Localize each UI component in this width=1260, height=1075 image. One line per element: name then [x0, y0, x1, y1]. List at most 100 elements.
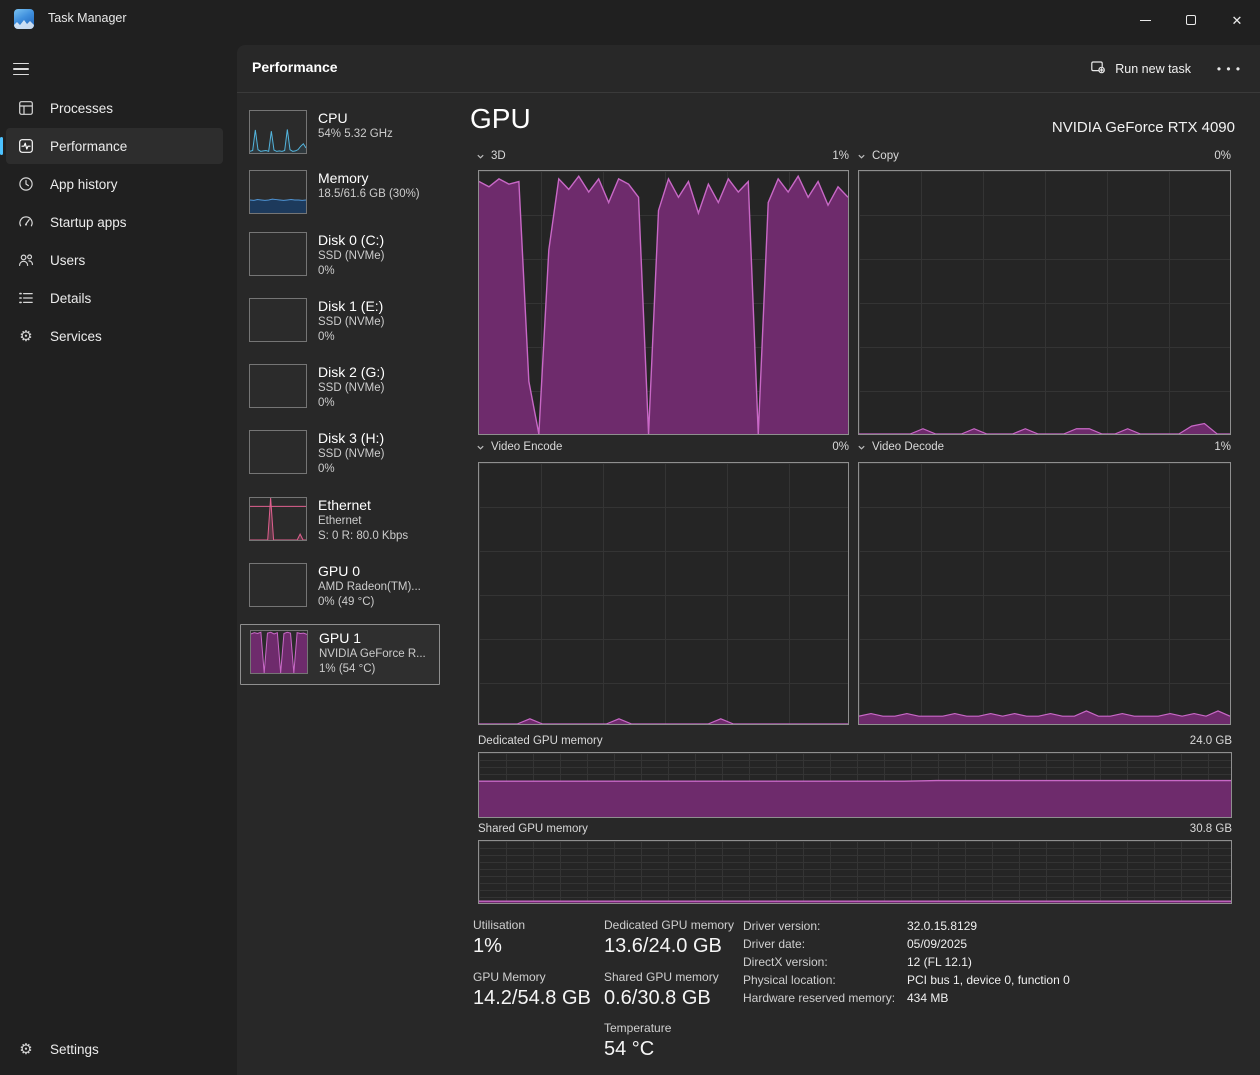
perf-item-disk3[interactable]: Disk 3 (H:)SSD (NVMe)0%: [249, 430, 384, 477]
task-manager-app-icon: [14, 9, 34, 29]
dedicated-memory-capacity: 24.0 GB: [1190, 735, 1232, 747]
memory-mini-chart: [249, 170, 307, 214]
sidebar-item-startup-apps[interactable]: Startup apps: [6, 204, 223, 240]
minimize-icon: [1140, 20, 1151, 21]
perf-item-ethernet[interactable]: EthernetEthernetS: 0 R: 80.0 Kbps: [249, 497, 408, 544]
perf-item-gpu0[interactable]: GPU 0AMD Radeon(TM)...0% (49 °C): [249, 563, 421, 610]
dedicated-gpu-memory-value: 13.6/24.0 GB: [604, 935, 722, 958]
sidebar-item-processes[interactable]: Processes: [6, 90, 223, 126]
shared-memory-label: Shared GPU memory: [478, 823, 588, 835]
utilisation-value: 1%: [473, 935, 502, 958]
services-icon: ⚙: [17, 327, 35, 345]
dedicated-gpu-memory-label: Dedicated GPU memory: [604, 918, 734, 932]
chart-section-title: 3D: [491, 150, 506, 162]
sidebar: Processes Performance App history Startu…: [0, 40, 237, 1075]
info-label: Physical location:: [743, 973, 907, 987]
sidebar-item-services[interactable]: ⚙ Services: [6, 318, 223, 354]
maximize-icon: [1186, 15, 1196, 25]
directx-version-row: DirectX version: 12 (FL 12.1): [743, 955, 972, 969]
chart-header-video-decode[interactable]: Video Decode 1%: [857, 441, 1231, 453]
sidebar-nav: Processes Performance App history Startu…: [0, 88, 229, 356]
sidebar-item-label: App history: [50, 177, 118, 192]
sidebar-item-performance[interactable]: Performance: [6, 128, 223, 164]
chart-header-copy[interactable]: Copy 0%: [857, 150, 1231, 162]
shared-memory-capacity: 30.8 GB: [1190, 823, 1232, 835]
sidebar-item-users[interactable]: Users: [6, 242, 223, 278]
perf-item-detail: SSD (NVMe): [318, 447, 384, 462]
temperature-value: 54 °C: [604, 1038, 654, 1061]
more-options-button[interactable]: • • •: [1212, 53, 1246, 84]
perf-item-detail: 0%: [318, 264, 384, 279]
maximize-button[interactable]: [1168, 0, 1214, 40]
perf-item-detail: 18.5/61.6 GB (30%): [318, 187, 420, 202]
perf-item-title: Disk 1 (E:): [318, 298, 384, 315]
task-manager-window: Task Manager ✕ Processes Performance: [0, 0, 1260, 1075]
gpu0-mini-chart: [249, 563, 307, 607]
driver-date-row: Driver date: 05/09/2025: [743, 937, 967, 951]
chevron-down-icon[interactable]: [857, 152, 866, 161]
performance-icon: [17, 137, 35, 155]
shared-memory-chart: [478, 840, 1232, 904]
perf-item-detail: 1% (54 °C): [319, 662, 426, 677]
info-value: PCI bus 1, device 0, function 0: [907, 973, 1070, 987]
gpu-video-decode-chart: [858, 462, 1231, 725]
sidebar-item-label: Details: [50, 291, 91, 306]
perf-item-detail: 0% (49 °C): [318, 595, 421, 610]
perf-item-title: Disk 3 (H:): [318, 430, 384, 447]
page-title: Performance: [252, 59, 338, 75]
main-panel: Performance Run new task • • • CPU54% 5.…: [237, 45, 1260, 1075]
hamburger-menu-button[interactable]: [8, 54, 44, 84]
run-new-task-icon: [1090, 59, 1106, 78]
chart-section-title: Video Decode: [872, 441, 944, 453]
perf-item-detail: SSD (NVMe): [318, 249, 384, 264]
chart-header-3d[interactable]: 3D 1%: [476, 150, 849, 162]
perf-item-disk1[interactable]: Disk 1 (E:)SSD (NVMe)0%: [249, 298, 384, 345]
sidebar-item-details[interactable]: Details: [6, 280, 223, 316]
run-new-task-button[interactable]: Run new task: [1079, 53, 1202, 84]
info-value: 434 MB: [907, 991, 948, 1005]
title-bar: Task Manager ✕: [0, 0, 1260, 40]
header-divider: [237, 92, 1260, 93]
perf-item-gpu1[interactable]: GPU 1NVIDIA GeForce R...1% (54 °C): [240, 624, 440, 685]
ethernet-mini-chart: [249, 497, 307, 541]
perf-item-title: Disk 2 (G:): [318, 364, 385, 381]
chart-current-value: 0%: [1214, 150, 1231, 162]
shared-memory-label-row: Shared GPU memory 30.8 GB: [478, 823, 1232, 835]
perf-item-detail: SSD (NVMe): [318, 381, 385, 396]
perf-item-disk0[interactable]: Disk 0 (C:)SSD (NVMe)0%: [249, 232, 384, 279]
chart-header-video-encode[interactable]: Video Encode 0%: [476, 441, 849, 453]
gpu-page-title: GPU: [470, 103, 531, 135]
chart-section-title: Video Encode: [491, 441, 562, 453]
minimize-button[interactable]: [1122, 0, 1168, 40]
info-value: 05/09/2025: [907, 937, 967, 951]
chart-current-value: 0%: [832, 441, 849, 453]
chevron-down-icon[interactable]: [476, 443, 485, 452]
sidebar-item-app-history[interactable]: App history: [6, 166, 223, 202]
perf-item-memory[interactable]: Memory18.5/61.6 GB (30%): [249, 170, 420, 214]
disk2-mini-chart: [249, 364, 307, 408]
window-title: Task Manager: [48, 11, 127, 25]
physical-location-row: Physical location: PCI bus 1, device 0, …: [743, 973, 1070, 987]
utilisation-label: Utilisation: [473, 918, 525, 932]
shared-gpu-memory-value: 0.6/30.8 GB: [604, 987, 711, 1010]
dedicated-memory-chart: [478, 752, 1232, 818]
close-button[interactable]: ✕: [1214, 0, 1260, 40]
chevron-down-icon[interactable]: [857, 443, 866, 452]
disk0-mini-chart: [249, 232, 307, 276]
perf-item-detail: S: 0 R: 80.0 Kbps: [318, 529, 408, 544]
perf-item-cpu[interactable]: CPU54% 5.32 GHz: [249, 110, 393, 154]
window-controls: ✕: [1122, 0, 1260, 40]
chevron-down-icon[interactable]: [476, 152, 485, 161]
run-new-task-label: Run new task: [1115, 62, 1191, 76]
perf-item-detail: NVIDIA GeForce R...: [319, 647, 426, 662]
perf-item-detail: Ethernet: [318, 514, 408, 529]
sidebar-item-label: Performance: [50, 139, 127, 154]
sidebar-item-label: Users: [50, 253, 85, 268]
perf-item-disk2[interactable]: Disk 2 (G:)SSD (NVMe)0%: [249, 364, 385, 411]
gpu-video-encode-chart: [478, 462, 849, 725]
perf-item-title: CPU: [318, 110, 393, 127]
perf-item-detail: 0%: [318, 462, 384, 477]
sidebar-item-settings[interactable]: ⚙ Settings: [6, 1031, 229, 1067]
temperature-label: Temperature: [604, 1021, 671, 1035]
perf-item-detail: SSD (NVMe): [318, 315, 384, 330]
